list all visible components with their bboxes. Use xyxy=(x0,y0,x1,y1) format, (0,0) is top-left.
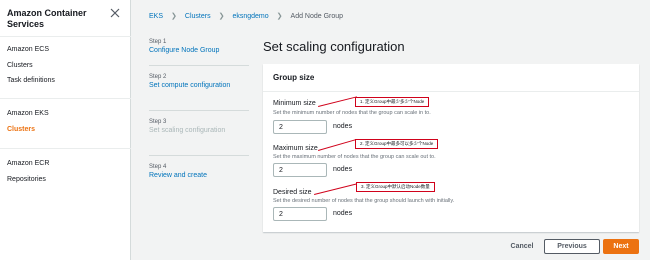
sidebar-item-amazon-ecs[interactable]: Amazon ECS xyxy=(7,46,49,53)
sidebar-item-amazon-eks[interactable]: Amazon EKS xyxy=(7,110,49,117)
step-label-set-scaling-configuration: Set scaling configuration xyxy=(149,127,226,134)
next-button[interactable]: Next xyxy=(603,239,639,254)
step-number: Step 2 xyxy=(149,74,167,80)
minimum-size-description: Set the minimum number of nodes that the… xyxy=(273,110,431,116)
desired-size-input[interactable] xyxy=(273,207,327,221)
breadcrumb-cluster[interactable]: eksngdemo xyxy=(232,13,268,20)
step-divider xyxy=(149,155,249,156)
step-number: Step 1 xyxy=(149,39,167,45)
sidebar: Amazon Container Services Amazon ECS Clu… xyxy=(0,0,131,260)
close-icon[interactable] xyxy=(110,8,120,18)
group-size-panel: Group size Minimum size Set the minimum … xyxy=(263,64,639,232)
previous-button[interactable]: Previous xyxy=(544,239,600,254)
desired-size-unit: nodes xyxy=(333,210,353,217)
step-number: Step 4 xyxy=(149,164,167,170)
step-link-set-compute-configuration[interactable]: Set compute configuration xyxy=(149,81,249,90)
sidebar-item-task-definitions[interactable]: Task definitions xyxy=(7,77,55,84)
minimum-size-input[interactable] xyxy=(273,120,327,134)
wizard-step-3: Step 3 Set scaling configuration xyxy=(149,118,249,135)
chevron-right-icon: ❯ xyxy=(276,13,283,20)
breadcrumb-clusters[interactable]: Clusters xyxy=(185,13,211,20)
minimum-size-unit: nodes xyxy=(333,123,353,130)
sidebar-item-eks-clusters[interactable]: Clusters xyxy=(7,126,35,133)
wizard-step-2: Step 2 Set compute configuration xyxy=(149,73,249,90)
breadcrumb: EKS ❯ Clusters ❯ eksngdemo ❯ Add Node Gr… xyxy=(149,12,344,21)
annotation-maximum-size: 2. 定义Group中最多可以多少个Node xyxy=(355,139,439,149)
sidebar-item-ecs-clusters[interactable]: Clusters xyxy=(7,62,33,69)
desired-size-description: Set the desired number of nodes that the… xyxy=(273,198,455,204)
step-link-configure-node-group[interactable]: Configure Node Group xyxy=(149,46,249,55)
minimum-size-label: Minimum size xyxy=(273,100,316,107)
step-link-review-and-create[interactable]: Review and create xyxy=(149,171,249,180)
annotation-minimum-size: 1. 定义Group中最少多少个Node xyxy=(355,97,430,107)
annotation-desired-size: 3. 定义Group中默认启动Node数量 xyxy=(356,182,435,192)
page-title: Set scaling configuration xyxy=(263,39,405,54)
sidebar-divider xyxy=(0,36,131,37)
step-divider xyxy=(149,65,249,66)
maximum-size-description: Set the maximum number of nodes that the… xyxy=(273,154,436,160)
sidebar-item-repositories[interactable]: Repositories xyxy=(7,176,46,183)
sidebar-title: Amazon Container Services xyxy=(7,8,87,29)
panel-title: Group size xyxy=(263,64,639,92)
maximum-size-unit: nodes xyxy=(333,166,353,173)
step-number: Step 3 xyxy=(149,119,167,125)
wizard-step-1: Step 1 Configure Node Group xyxy=(149,38,249,55)
maximum-size-input[interactable] xyxy=(273,163,327,177)
breadcrumb-current: Add Node Group xyxy=(290,12,344,20)
desired-size-label: Desired size xyxy=(273,189,312,196)
sidebar-item-amazon-ecr[interactable]: Amazon ECR xyxy=(7,160,49,167)
chevron-right-icon: ❯ xyxy=(171,13,177,20)
breadcrumb-eks[interactable]: EKS xyxy=(149,13,163,20)
wizard-step-4: Step 4 Review and create xyxy=(149,163,249,180)
step-divider xyxy=(149,110,249,111)
chevron-right-icon: ❯ xyxy=(218,13,225,20)
cancel-button[interactable]: Cancel xyxy=(501,239,543,254)
sidebar-divider xyxy=(0,98,131,99)
sidebar-divider xyxy=(0,148,131,149)
maximum-size-label: Maximum size xyxy=(273,145,318,152)
